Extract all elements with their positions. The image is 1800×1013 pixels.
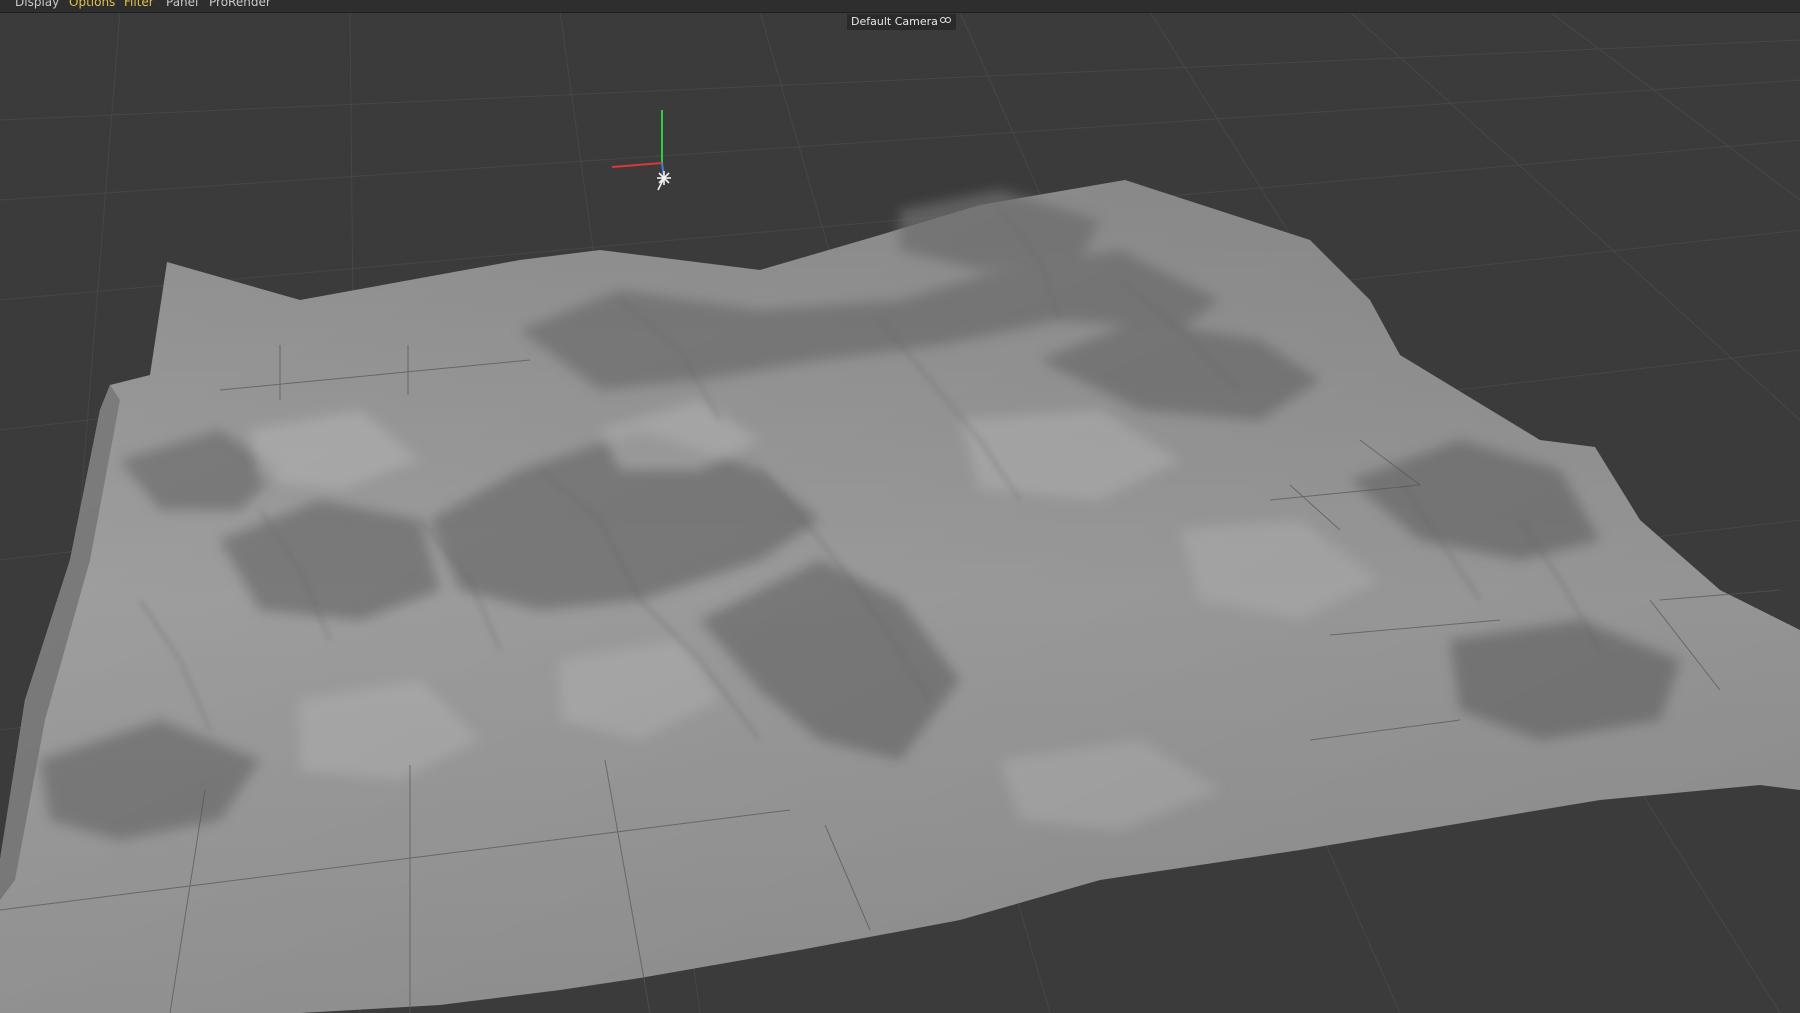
viewport-window: Display Options Filter Panel ProRender D… xyxy=(0,0,1800,1013)
viewport-menubar: Display Options Filter Panel ProRender xyxy=(0,0,1800,13)
menu-panel[interactable]: Panel xyxy=(166,0,198,9)
terrain-mesh xyxy=(0,180,1800,1013)
default-camera-label[interactable]: Default Camera xyxy=(847,14,956,30)
menu-options[interactable]: Options xyxy=(69,0,115,9)
light-icon xyxy=(657,171,671,191)
x-axis xyxy=(611,162,663,168)
camera-name: Default Camera xyxy=(851,15,938,28)
axis-gizmo xyxy=(611,110,671,191)
menu-prorender[interactable]: ProRender xyxy=(209,0,271,9)
menu-filter[interactable]: Filter xyxy=(124,0,154,9)
menu-display[interactable]: Display xyxy=(15,0,59,9)
3d-viewport[interactable] xyxy=(0,12,1800,1013)
camera-icon xyxy=(939,17,952,27)
